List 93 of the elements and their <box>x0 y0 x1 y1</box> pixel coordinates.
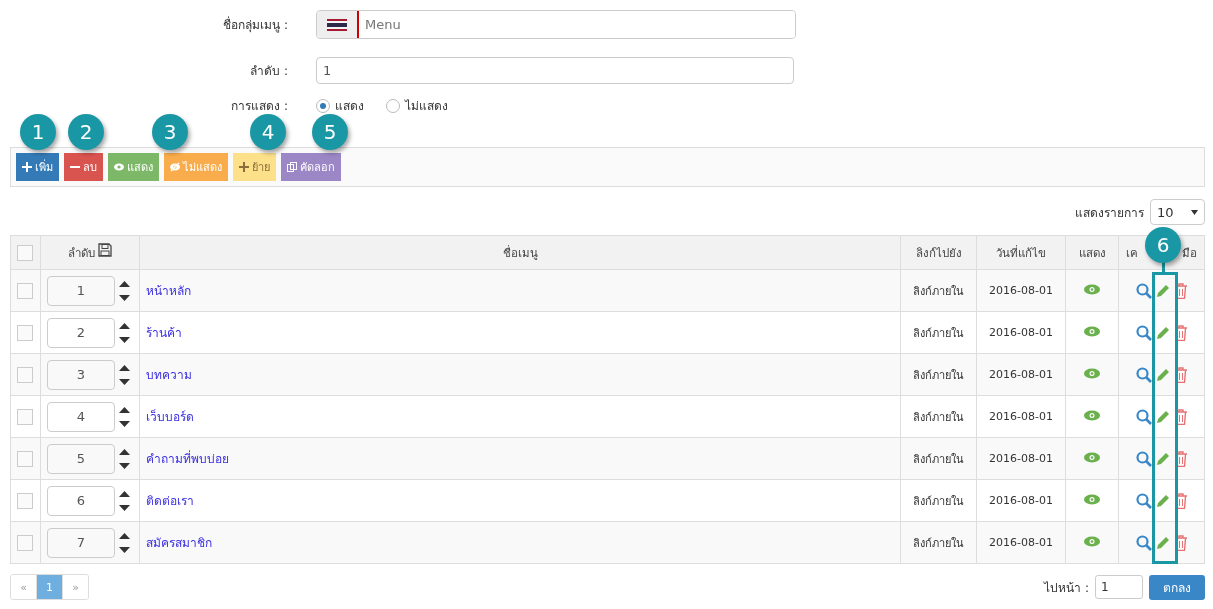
eye-icon <box>114 162 124 172</box>
menu-name-field[interactable]: Menu <box>316 10 796 39</box>
callout-badge: 2 <box>68 114 104 150</box>
menu-link[interactable]: คำถามที่พบบ่อย <box>146 452 229 466</box>
radio-label: แสดง <box>335 98 364 115</box>
menu-link[interactable]: หน้าหลัก <box>146 284 191 298</box>
search-icon[interactable] <box>1135 534 1152 551</box>
radio-label: ไม่แสดง <box>405 98 448 115</box>
search-icon[interactable] <box>1135 408 1152 425</box>
column-header: ลำดับ <box>67 246 95 260</box>
move-icon <box>239 162 249 172</box>
column-header: มือ <box>1182 244 1197 262</box>
table-cell: 2016-08-01 <box>989 410 1053 423</box>
table-cell: 2016-08-01 <box>989 284 1053 297</box>
search-icon[interactable] <box>1135 324 1152 341</box>
callout-badge: 1 <box>20 114 56 150</box>
column-header: วันที่แก้ไข <box>996 245 1046 260</box>
table-cell: 2016-08-01 <box>989 536 1053 549</box>
pencil-icon[interactable] <box>1154 324 1171 341</box>
search-icon[interactable] <box>1135 282 1152 299</box>
field-label: การแสดง : <box>230 98 289 115</box>
row-checkbox[interactable] <box>17 366 33 383</box>
search-icon[interactable] <box>1135 366 1152 383</box>
row-checkbox[interactable] <box>17 282 33 299</box>
page-size-select[interactable]: 10 <box>1150 199 1205 225</box>
order-field[interactable]: 4 <box>47 401 115 432</box>
up-down-arrows-icon <box>119 363 130 386</box>
table-cell: 2016-08-01 <box>989 452 1053 465</box>
column-header: ลิงก์ไปยัง <box>915 245 962 260</box>
order-field[interactable]: 7 <box>47 527 115 558</box>
order-field[interactable]: 2 <box>47 317 115 348</box>
up-down-arrows-icon <box>119 405 130 428</box>
toolbar-button[interactable]: เพิ่ม <box>16 153 59 181</box>
table-cell: ลิงก์ภายใน <box>913 326 964 340</box>
order-field[interactable]: 1 <box>316 57 794 84</box>
callout-badge: 4 <box>250 114 286 150</box>
up-down-arrows-icon <box>119 489 130 512</box>
callout-badge: 5 <box>312 114 348 150</box>
menu-link[interactable]: เว็บบอร์ด <box>146 410 194 424</box>
up-down-arrows-icon <box>119 321 130 344</box>
table-cell: ลิงก์ภายใน <box>913 494 964 508</box>
page-number-field[interactable]: 1 <box>1095 575 1143 599</box>
field-label: ชื่อกลุ่มเมนู : <box>222 15 289 34</box>
search-icon[interactable] <box>1135 450 1152 467</box>
callout-badge: 3 <box>152 114 188 150</box>
plus-icon <box>22 162 32 172</box>
select-all-checkbox[interactable] <box>17 244 33 261</box>
toolbar-button[interactable]: ย้าย <box>233 153 276 181</box>
order-field[interactable]: 1 <box>47 275 115 306</box>
table-cell: 2016-08-01 <box>989 494 1053 507</box>
table-cell: ลิงก์ภายใน <box>913 452 964 466</box>
up-down-arrows-icon <box>119 447 130 470</box>
up-down-arrows-icon <box>119 531 130 554</box>
goto-label: ไปหน้า : <box>1044 579 1089 597</box>
save-icon <box>98 243 113 257</box>
pencil-icon[interactable] <box>1154 450 1171 467</box>
pencil-icon[interactable] <box>1154 366 1171 383</box>
table-cell: 2016-08-01 <box>989 326 1053 339</box>
pencil-icon[interactable] <box>1154 408 1171 425</box>
table-cell: ลิงก์ภายใน <box>913 536 964 550</box>
go-button[interactable]: ตกลง <box>1149 574 1205 600</box>
eye-slash-icon <box>170 162 180 172</box>
flag-icon <box>327 18 347 31</box>
column-header: แสดง <box>1078 245 1106 260</box>
menu-link[interactable]: ติดต่อเรา <box>146 494 194 508</box>
callout-badge: 6 <box>1145 227 1181 263</box>
pencil-icon[interactable] <box>1154 492 1171 509</box>
page-size-label: แสดงรายการ <box>1075 204 1144 222</box>
row-checkbox[interactable] <box>17 408 33 425</box>
column-header: เค <box>1126 244 1138 262</box>
table-cell: ลิงก์ภายใน <box>913 410 964 424</box>
row-checkbox[interactable] <box>17 534 33 551</box>
column-header: ชื่อเมนู <box>502 245 538 260</box>
pencil-icon[interactable] <box>1154 282 1171 299</box>
caret-icon <box>1191 209 1198 215</box>
table-cell: ลิงก์ภายใน <box>913 368 964 382</box>
up-down-arrows-icon <box>119 279 130 302</box>
toolbar-button[interactable]: ลบ <box>64 153 103 181</box>
menu-link[interactable]: ร้านค้า <box>146 326 182 340</box>
order-field[interactable]: 6 <box>47 485 115 516</box>
order-field[interactable]: 3 <box>47 359 115 390</box>
menu-link[interactable]: บทความ <box>146 368 192 382</box>
table-cell: 2016-08-01 <box>989 368 1053 381</box>
order-field[interactable]: 5 <box>47 443 115 474</box>
row-checkbox[interactable] <box>17 450 33 467</box>
field-label: ลำดับ : <box>249 63 289 80</box>
copy-icon <box>287 162 297 172</box>
pencil-icon[interactable] <box>1154 534 1171 551</box>
search-icon[interactable] <box>1135 492 1152 509</box>
table-cell: ลิงก์ภายใน <box>913 284 964 298</box>
row-checkbox[interactable] <box>17 492 33 509</box>
row-checkbox[interactable] <box>17 324 33 341</box>
menu-link[interactable]: สมัครสมาชิก <box>146 536 212 550</box>
